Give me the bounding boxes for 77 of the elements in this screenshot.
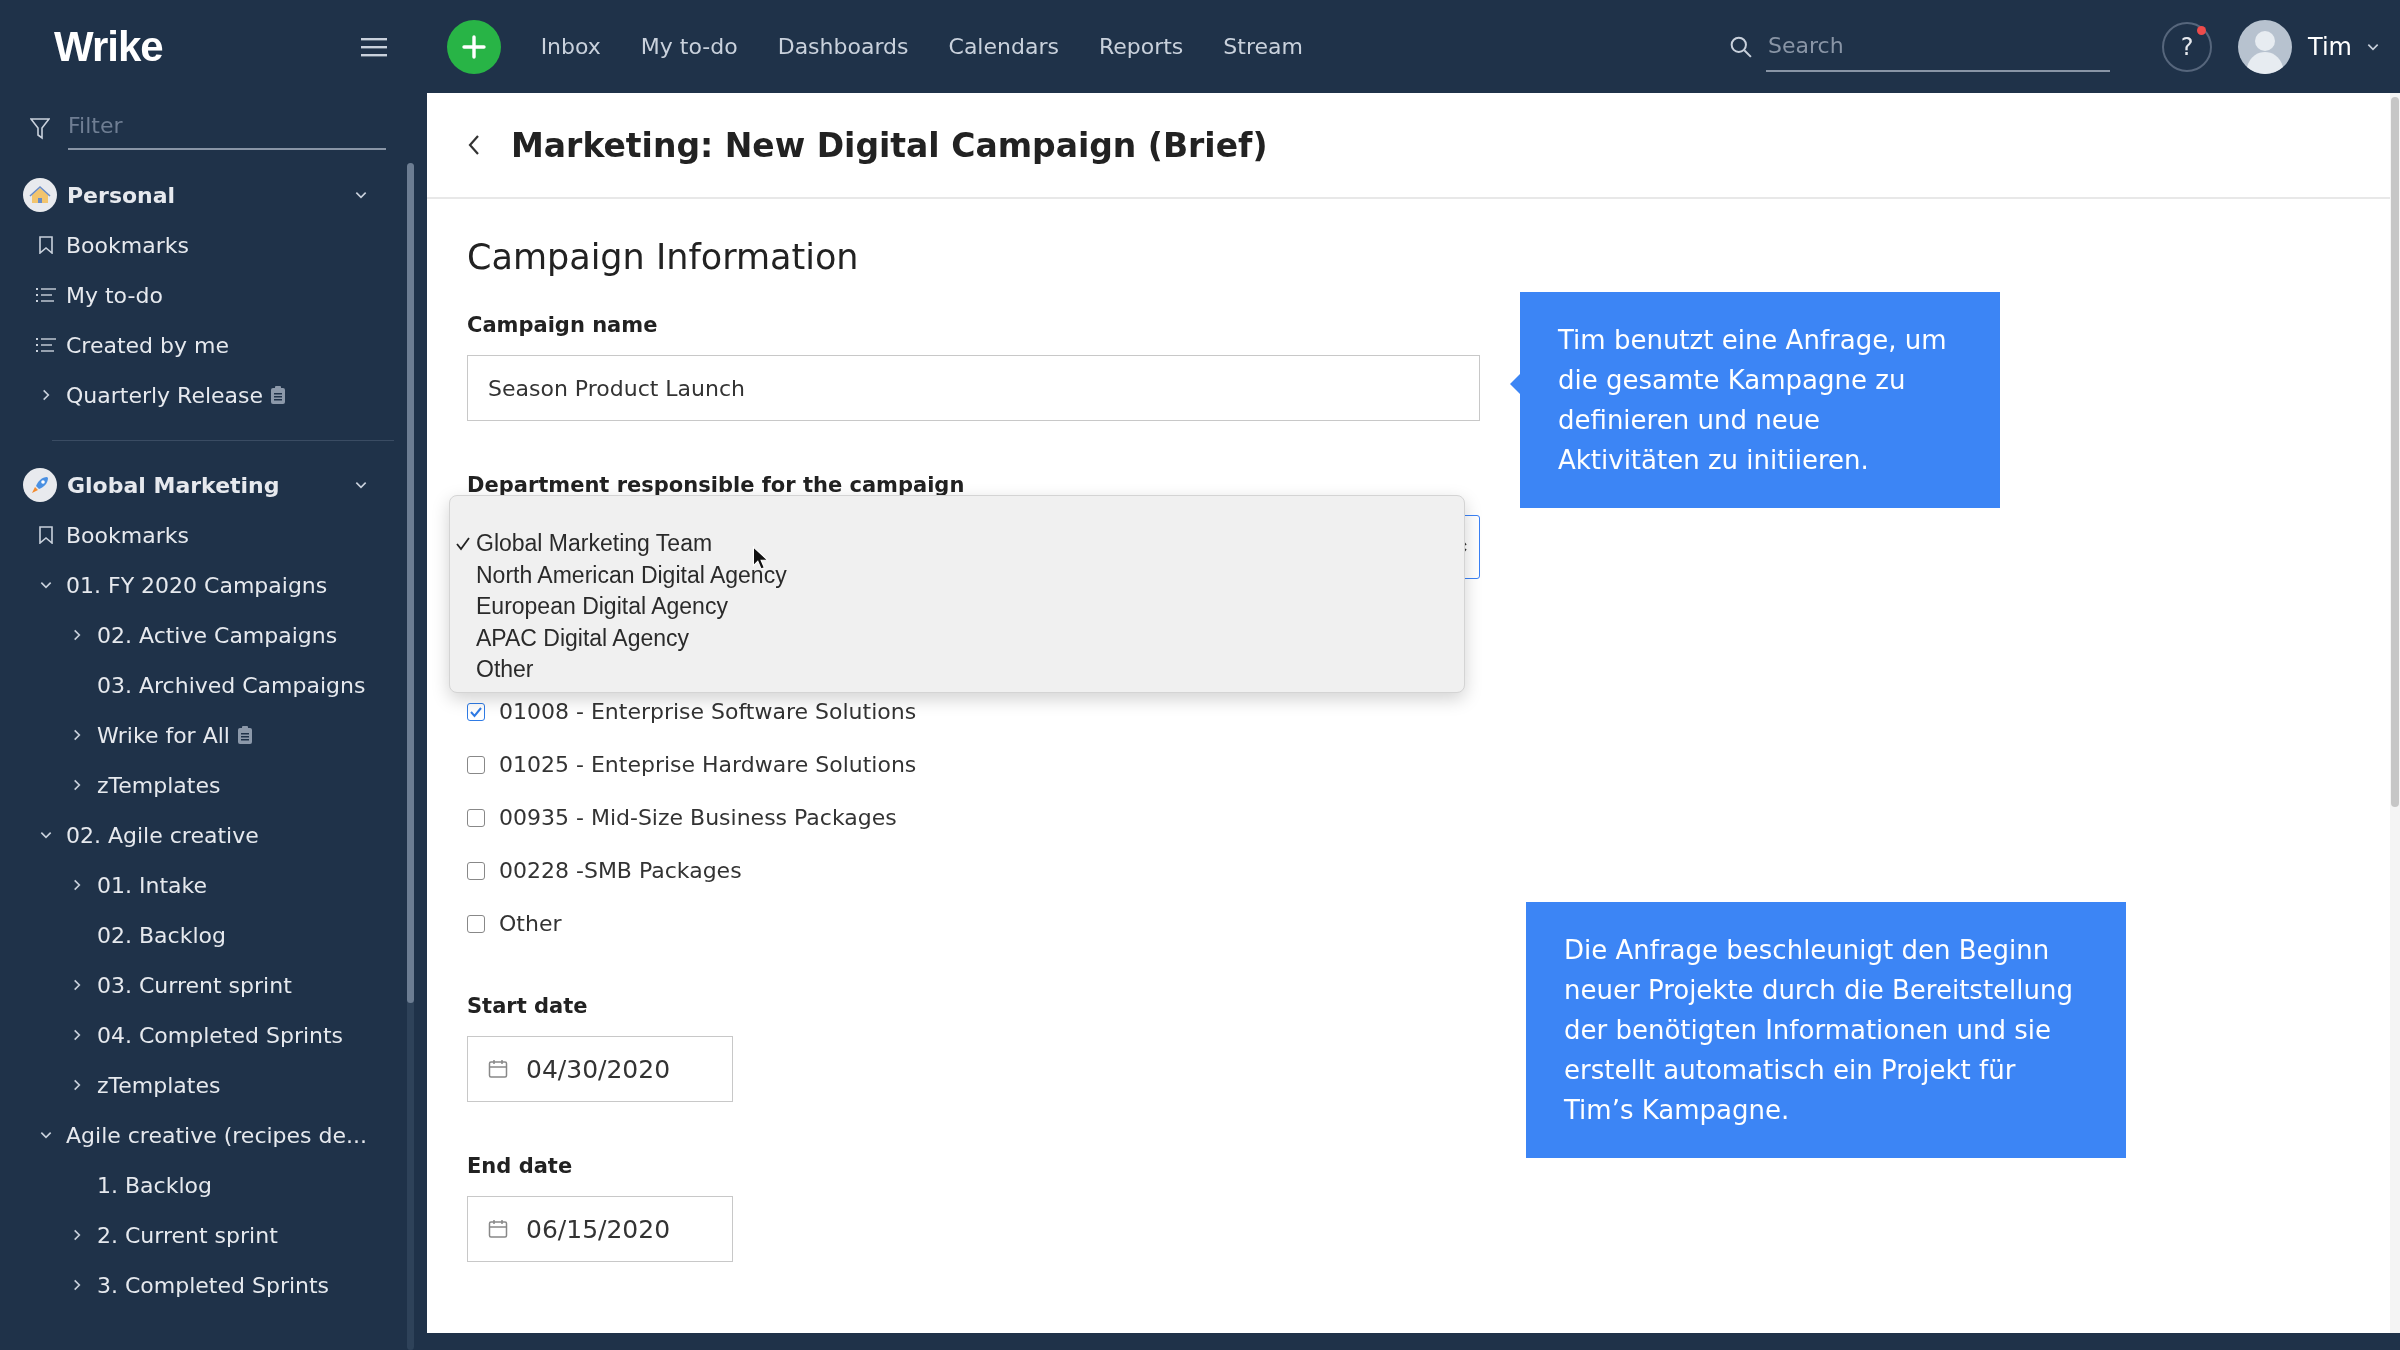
field-label: Department responsible for the campaign	[467, 473, 966, 497]
tree-item[interactable]: 02. Agile creative	[66, 822, 259, 848]
list-icon	[36, 337, 56, 353]
tree-item[interactable]: 2. Current sprint	[97, 1222, 278, 1248]
tree-item[interactable]: 1. Backlog	[97, 1172, 212, 1198]
checkbox[interactable]	[467, 861, 485, 880]
filter-field[interactable]: Filter	[68, 107, 386, 150]
tree-item[interactable]: Wrike for All	[97, 722, 230, 748]
tree-item[interactable]: 04. Completed Sprints	[97, 1022, 344, 1048]
tree-item[interactable]: Bookmarks	[66, 522, 189, 548]
tree-item[interactable]: Created by me	[66, 332, 229, 358]
page-title: Marketing: New Digital Campaign (Brief)	[511, 125, 1268, 165]
clipboard-icon	[271, 386, 286, 404]
section-title[interactable]: Personal	[67, 182, 354, 208]
nav-link[interactable]: Stream	[1223, 34, 1303, 59]
menu-icon[interactable]	[360, 36, 387, 57]
tree-item[interactable]: zTemplates	[97, 1072, 221, 1098]
bookmark-icon	[36, 526, 56, 544]
checkbox[interactable]	[467, 755, 485, 774]
house-icon	[23, 178, 57, 212]
date-field[interactable]: 04/30/2020	[467, 1036, 733, 1102]
user-name[interactable]: Tim	[2308, 32, 2352, 61]
tree-item[interactable]: 01. Intake	[97, 872, 207, 898]
nav-link[interactable]: Calendars	[948, 34, 1059, 59]
checkbox-option[interactable]: 00935 - Mid-Size Business Packages	[467, 791, 1480, 844]
callout: Tim benutzt eine Anfrage, um die gesamte Kampagne zu definieren und neue Aktivitäten zu initiieren.	[1520, 292, 2000, 508]
tree-item[interactable]: 03. Archived Campaigns	[97, 672, 366, 698]
list-icon	[36, 287, 56, 303]
section-title[interactable]: Global Marketing	[67, 472, 354, 498]
calendar-icon	[488, 1219, 508, 1239]
dropdown-option[interactable]: North American Digital Agency	[450, 559, 1464, 591]
field-label: End date	[467, 1154, 574, 1178]
bookmark-icon	[36, 236, 56, 254]
filter-icon	[30, 117, 50, 140]
tree-item[interactable]: My to-do	[66, 282, 163, 308]
tree-item[interactable]: 01. FY 2020 Campaigns	[66, 572, 328, 598]
help-button[interactable]: ?	[2162, 21, 2213, 72]
checkbox[interactable]	[467, 914, 485, 933]
dropdown-option[interactable]: Global Marketing Team	[450, 528, 1464, 560]
callout: Die Anfrage beschleunigt den Beginn neuer Projekte durch die Bereitstellung der benötigten Informationen und sie erstellt automatisch ein Projekt für Tim’s Kampagne.	[1526, 902, 2126, 1158]
clipboard-icon	[237, 726, 252, 744]
field-label: Start date	[467, 994, 589, 1018]
dropdown-option[interactable]: APAC Digital Agency	[450, 622, 1464, 654]
checkbox-option[interactable]: 01025 - Enteprise Hardware Solutions	[467, 738, 1480, 791]
nav-link[interactable]: My to-do	[640, 34, 738, 59]
checkbox[interactable]	[467, 808, 485, 827]
calendar-icon	[488, 1059, 508, 1079]
nav-link[interactable]: Reports	[1098, 34, 1184, 59]
tree-item[interactable]: Bookmarks	[66, 232, 189, 258]
checkbox-option[interactable]: Other	[467, 897, 1480, 950]
nav-link[interactable]: Inbox	[540, 34, 601, 59]
tree-item[interactable]: 03. Current sprint	[97, 972, 292, 998]
callout-pointer-icon	[1510, 374, 1520, 394]
tree-item[interactable]: Agile creative (recipes de...	[66, 1122, 368, 1148]
date-field[interactable]: 06/15/2020	[467, 1196, 733, 1262]
search-icon	[1730, 35, 1753, 58]
checkbox-option[interactable]: 00228 -SMB Packages	[467, 844, 1480, 897]
tree-item[interactable]: Quarterly Release	[66, 382, 264, 408]
checkbox-option[interactable]: 01008 - Enterprise Software Solutions	[467, 685, 1480, 738]
search-field[interactable]: Search	[1766, 21, 2111, 72]
tree-item[interactable]: 3. Completed Sprints	[97, 1272, 330, 1298]
campaign-name-field[interactable]: Season Product Launch	[467, 355, 1480, 421]
field-label: Campaign name	[467, 313, 659, 337]
checkbox[interactable]	[467, 702, 485, 721]
tree-item[interactable]: zTemplates	[97, 772, 221, 798]
tree-item[interactable]: 02. Active Campaigns	[97, 622, 338, 648]
dropdown-option[interactable]: Other	[450, 654, 1464, 686]
add-button[interactable]	[446, 19, 501, 74]
scrollbar[interactable]	[407, 163, 414, 1350]
scrollbar[interactable]	[2390, 93, 2400, 1333]
nav-link[interactable]: Dashboards	[777, 34, 909, 59]
form-heading: Campaign Information	[467, 237, 860, 277]
dropdown-option[interactable]: European Digital Agency	[450, 591, 1464, 623]
avatar[interactable]	[2238, 19, 2293, 74]
wrike-logo[interactable]: Wrike	[54, 22, 163, 71]
tree-item[interactable]: 02. Backlog	[97, 922, 226, 948]
rocket-icon	[23, 468, 57, 502]
